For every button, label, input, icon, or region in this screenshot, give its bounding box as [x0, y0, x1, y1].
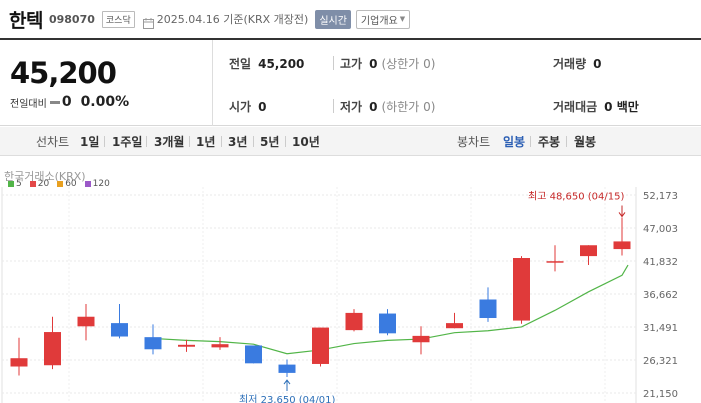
y-tick-label: 41,832 — [643, 257, 678, 268]
price-summary: 45,200 전일대비 0 0.00% 전일 45,200 고가 0 (상한가 0) … — [0, 38, 701, 126]
legend-item: 20 — [29, 179, 50, 189]
prev-close: 전일 45,200 — [229, 56, 305, 72]
period-10y[interactable]: 10년 — [292, 133, 320, 150]
market-badge: 코스닥 — [101, 10, 135, 28]
candle-body — [245, 345, 262, 364]
y-tick-label: 52,173 — [643, 191, 678, 202]
legend-swatch — [8, 181, 14, 187]
candle-body — [613, 241, 631, 250]
dropdown-arrow-icon: ▼ — [399, 15, 406, 23]
period-monthly[interactable]: 월봉 — [574, 133, 596, 150]
y-tick-label: 47,003 — [643, 224, 678, 235]
change-value: 0 — [61, 94, 72, 110]
period-3m[interactable]: 3개월 — [154, 133, 184, 150]
y-tick-label: 26,321 — [643, 356, 678, 367]
legend-label: 5 — [16, 179, 22, 189]
price-date: 2025.04.16 기준(KRX 개장전) — [156, 13, 309, 26]
period-1y[interactable]: 1년 — [196, 133, 215, 150]
calendar-icon — [142, 14, 154, 29]
period-3y[interactable]: 3년 — [228, 133, 247, 150]
open-price: 시가 0 — [229, 99, 267, 115]
candle-body — [77, 316, 95, 327]
candle-body — [10, 358, 28, 367]
candle-body — [580, 245, 597, 257]
company-info-dropdown[interactable]: 기업개요 ▼ — [355, 9, 411, 29]
divider — [253, 136, 254, 147]
candle-body — [479, 299, 497, 319]
candle-body — [412, 335, 430, 343]
candle-body — [211, 344, 229, 348]
candle-body — [44, 332, 61, 366]
candle-body — [111, 323, 128, 337]
stock-name: 한텍 — [9, 9, 43, 32]
divider — [566, 136, 567, 147]
divider — [189, 136, 190, 147]
divider — [333, 56, 334, 70]
low-price: 저가 0 (하한가 0) — [340, 99, 436, 115]
divider — [333, 99, 334, 113]
divider — [221, 136, 222, 147]
chart-toolbar: 선차트 1일 1주일 3개월 1년 3년 5년 10년 봉차트 일봉 주봉 월봉 — [0, 127, 701, 156]
stock-header: 한텍 098070 코스닥 2025.04.16 기준(KRX 개장전) 실시간… — [0, 0, 701, 38]
realtime-button[interactable]: 실시간 — [315, 9, 351, 29]
candle-body — [144, 337, 162, 350]
line-chart-label: 선차트 — [36, 134, 70, 149]
volume: 거래량 0 — [553, 56, 602, 72]
legend-label: 60 — [65, 179, 77, 189]
flat-icon — [49, 100, 60, 104]
legend-swatch — [29, 181, 36, 187]
candle-body — [278, 364, 296, 373]
legend-swatch — [57, 181, 64, 187]
stock-code: 098070 — [48, 12, 95, 26]
high-price: 고가 0 (상한가 0) — [340, 56, 436, 72]
legend-swatch — [84, 181, 91, 187]
candle-body — [379, 313, 396, 334]
legend-item: 60 — [57, 179, 77, 189]
low-annotation: 최저 23,650 (04/01) — [239, 394, 335, 403]
y-tick-label: 36,662 — [643, 290, 678, 301]
current-price-box: 45,200 전일대비 0 0.00% — [0, 40, 213, 126]
candle-body — [446, 323, 463, 329]
divider — [285, 136, 286, 147]
candle-body — [513, 258, 530, 321]
divider — [530, 136, 531, 147]
period-daily[interactable]: 일봉 — [503, 133, 525, 150]
change-row: 전일대비 0 0.00% — [10, 94, 129, 110]
ma-legend: 5 20 60 120 — [8, 179, 110, 189]
legend-label: 120 — [92, 179, 110, 189]
candle-body — [312, 327, 329, 364]
change-label: 전일대비 — [10, 98, 47, 110]
candlestick-chart: 52,173 47,003 41,832 36,662 31,491 26,321 21,1… — [1, 187, 678, 403]
candle-body — [546, 261, 564, 263]
period-1d[interactable]: 1일 — [80, 133, 99, 150]
legend-label: 20 — [37, 179, 50, 189]
trade-amount: 거래대금 0 백만 — [553, 100, 639, 114]
candle-body — [345, 312, 363, 331]
legend-item: 120 — [84, 179, 110, 189]
ma5-line — [152, 264, 629, 355]
price-chart: 52,173 47,003 41,832 36,662 31,491 26,321 21,1… — [0, 160, 701, 403]
high-annotation: 최고 48,650 (04/15) — [528, 190, 624, 202]
y-tick-label: 21,150 — [643, 389, 678, 400]
candle-chart-label: 봉차트 — [457, 134, 491, 149]
period-1w[interactable]: 1주일 — [112, 133, 142, 150]
period-5y[interactable]: 5년 — [260, 133, 279, 150]
period-weekly[interactable]: 주봉 — [538, 133, 560, 150]
legend-item: 5 — [8, 179, 22, 189]
current-price: 45,200 — [10, 56, 117, 90]
divider — [146, 136, 147, 147]
change-percent: 0.00% — [80, 94, 130, 110]
divider — [104, 136, 105, 147]
candle-body — [178, 344, 195, 347]
y-tick-label: 31,491 — [643, 323, 678, 334]
